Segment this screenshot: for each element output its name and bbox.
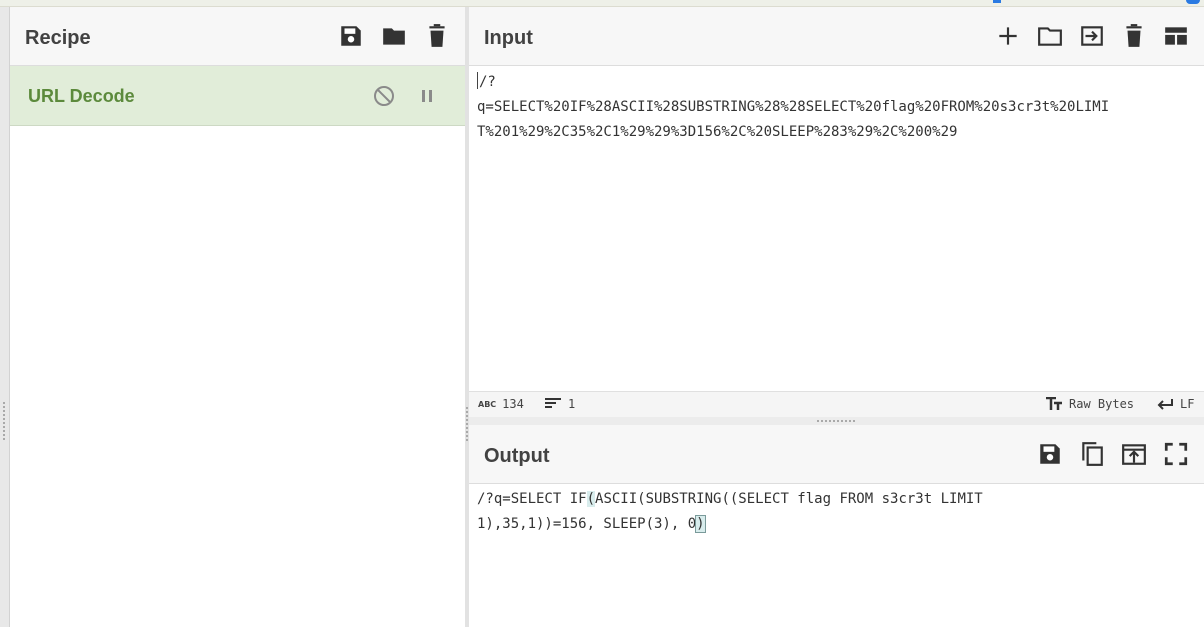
length-value: 134 bbox=[502, 397, 524, 411]
copy-icon[interactable] bbox=[1077, 439, 1106, 468]
eol-selector[interactable]: LF bbox=[1156, 397, 1194, 411]
input-line: T%201%29%2C35%2C1%29%29%3D156%2C%20SLEEP… bbox=[477, 124, 958, 140]
encoding-value: Raw Bytes bbox=[1069, 397, 1135, 411]
disable-icon[interactable] bbox=[369, 81, 398, 110]
lines-value: 1 bbox=[568, 397, 576, 411]
splitter-grip bbox=[817, 420, 855, 422]
eol-value: LF bbox=[1180, 397, 1195, 411]
import-icon[interactable] bbox=[1077, 21, 1106, 50]
top-accent bbox=[993, 0, 1001, 3]
matched-bracket-cursor: ) bbox=[695, 515, 706, 533]
input-header: Input bbox=[469, 7, 1204, 66]
layout-icon[interactable] bbox=[1161, 21, 1190, 50]
replace-input-icon[interactable] bbox=[1119, 439, 1148, 468]
top-accent-round bbox=[1186, 0, 1200, 4]
matched-bracket: ( bbox=[586, 491, 596, 507]
trash-icon[interactable] bbox=[1119, 21, 1148, 50]
output-pane: Output /?q=SELECT IF(ASCII(SUBSTRING((SE… bbox=[469, 425, 1204, 627]
recipe-title: Recipe bbox=[25, 27, 91, 49]
save-icon[interactable] bbox=[1035, 439, 1064, 468]
return-icon bbox=[1157, 399, 1173, 410]
abc-icon: ABC bbox=[478, 399, 497, 409]
output-segment: ASCII(SUBSTRING((SELECT flag FROM s3cr3t… bbox=[595, 491, 983, 507]
open-folder-icon[interactable] bbox=[1035, 21, 1064, 50]
text-cursor bbox=[477, 72, 478, 89]
lines-icon bbox=[545, 398, 561, 408]
input-textarea[interactable]: /? q=SELECT%20IF%28ASCII%28SUBSTRING%28%2… bbox=[477, 70, 1202, 145]
save-icon[interactable] bbox=[336, 21, 365, 50]
io-splitter[interactable] bbox=[469, 417, 1204, 425]
input-line: q=SELECT%20IF%28ASCII%28SUBSTRING%28%28S… bbox=[477, 99, 1110, 115]
divider-grip[interactable] bbox=[466, 407, 468, 441]
fullscreen-icon[interactable] bbox=[1161, 439, 1190, 468]
add-icon[interactable] bbox=[993, 21, 1022, 50]
output-segment: /?q=SELECT IF bbox=[477, 491, 587, 507]
recipe-header: Recipe bbox=[10, 7, 465, 66]
operation-url-decode[interactable]: URL Decode bbox=[10, 66, 465, 126]
trash-icon[interactable] bbox=[422, 21, 451, 50]
output-text[interactable]: /?q=SELECT IF(ASCII(SUBSTRING((SELECT fl… bbox=[477, 487, 1202, 537]
pause-icon[interactable] bbox=[412, 81, 441, 110]
length-stat: ABC 134 bbox=[478, 397, 524, 411]
recipe-pane: Recipe URL Decode bbox=[10, 7, 465, 627]
input-pane: Input /? q=SELECT%20IF%28ASCII%28SUBSTRIN… bbox=[469, 7, 1204, 418]
operation-name: URL Decode bbox=[28, 86, 135, 106]
encoding-selector[interactable]: Raw Bytes bbox=[1045, 397, 1134, 411]
input-status-bar: ABC 134 1 Raw Bytes LF bbox=[469, 391, 1204, 418]
text-size-icon bbox=[1046, 397, 1062, 410]
top-strip bbox=[0, 0, 1204, 7]
output-header: Output bbox=[469, 425, 1204, 484]
input-title: Input bbox=[484, 27, 533, 49]
output-segment: 1),35,1))=156, SLEEP(3), 0 bbox=[477, 516, 697, 532]
folder-icon[interactable] bbox=[379, 21, 408, 50]
lines-stat: 1 bbox=[544, 397, 575, 411]
input-line: /? bbox=[479, 74, 496, 90]
output-title: Output bbox=[484, 445, 550, 467]
gutter-grip[interactable] bbox=[3, 402, 5, 440]
left-gutter bbox=[0, 7, 10, 627]
